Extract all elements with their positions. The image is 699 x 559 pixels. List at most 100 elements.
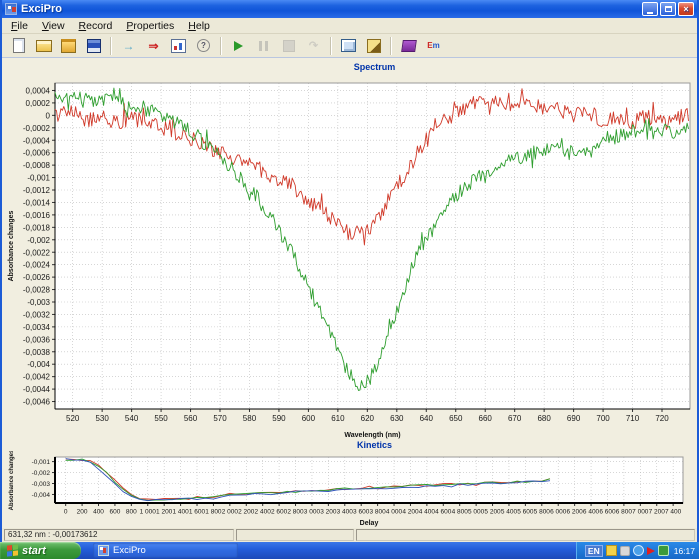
export-data-button[interactable]: ⇒ [141,35,166,57]
svg-text:-0,003: -0,003 [32,481,51,488]
menu-item-file[interactable]: File [4,19,35,33]
taskbar-task-label: ExciPro [113,545,146,556]
shield-icon[interactable] [658,545,669,556]
svg-text:Delay: Delay [360,520,379,527]
svg-text:660: 660 [479,414,493,423]
svg-text:3 800: 3 800 [369,509,386,516]
svg-text:0: 0 [64,509,68,516]
svg-text:6 600: 6 600 [599,509,616,516]
notebook-button[interactable] [361,35,386,57]
kinetics-panel: Kinetics 02004006008001 0001 2001 4001 6… [5,439,694,527]
svg-text:3 000: 3 000 [304,509,321,516]
svg-text:720: 720 [655,414,669,423]
spectrum-chart-title: Spectrum [5,61,694,73]
svg-text:-0,002: -0,002 [27,236,50,245]
svg-text:2 200: 2 200 [238,509,255,516]
menu-item-record[interactable]: Record [72,19,120,33]
svg-text:-0,0036: -0,0036 [23,335,51,344]
title-bar[interactable]: ExciPro × [2,0,697,18]
svg-text:-0,0028: -0,0028 [23,286,51,295]
svg-text:-0,0008: -0,0008 [23,161,51,170]
toolbar-separator [110,37,112,55]
exit-button[interactable]: E [421,35,446,57]
svg-text:0,0002: 0,0002 [26,99,51,108]
svg-text:-0,0016: -0,0016 [23,211,51,220]
svg-text:-0,0032: -0,0032 [23,310,51,319]
svg-text:600: 600 [302,414,316,423]
svg-text:3 400: 3 400 [337,509,354,516]
kinetics-chart[interactable]: 02004006008001 0001 2001 4001 6001 8002 … [5,451,695,527]
svg-text:550: 550 [154,414,168,423]
svg-text:540: 540 [125,414,139,423]
save-button[interactable] [81,35,106,57]
svg-text:610: 610 [331,414,345,423]
scheduler-icon[interactable] [620,546,630,556]
svg-text:4 400: 4 400 [419,509,436,516]
menu-item-help[interactable]: Help [181,19,217,33]
toolbar-separator [330,37,332,55]
menu-item-view[interactable]: View [35,19,72,33]
chart-button[interactable] [166,35,191,57]
svg-text:650: 650 [449,414,463,423]
svg-text:1 000: 1 000 [140,509,157,516]
minimize-button[interactable] [642,2,658,16]
svg-text:Wavelength (nm): Wavelength (nm) [344,432,400,439]
start-button[interactable]: start [0,542,81,559]
svg-text:-0,0022: -0,0022 [23,248,51,257]
svg-text:1 800: 1 800 [205,509,222,516]
menu-bar: FileViewRecordPropertiesHelp [2,18,697,34]
svg-text:5 600: 5 600 [517,509,534,516]
status-cursor-readout: 631,32 nm : -0,00173612 [4,529,234,541]
step-icon: ↷ [309,39,318,52]
svg-text:Absorbance changes: Absorbance changes [8,210,15,281]
display-button[interactable] [336,35,361,57]
svg-text:1 600: 1 600 [189,509,206,516]
info-button[interactable]: ? [191,35,216,57]
open-file-button[interactable] [31,35,56,57]
svg-text:200: 200 [77,509,88,516]
taskbar-task-excipro[interactable]: ExciPro [93,543,238,558]
close-button[interactable]: × [678,2,694,16]
spectrum-panel: Spectrum 5205305405505605705805906006106… [5,61,694,439]
svg-text:-0,0038: -0,0038 [23,348,51,357]
svg-text:7 400: 7 400 [665,509,682,516]
svg-text:520: 520 [66,414,80,423]
keyboard-layout-icon[interactable] [606,545,617,556]
svg-text:-0,001: -0,001 [27,174,50,183]
open-file-icon [36,40,52,52]
export-data-icon: ⇒ [148,39,158,53]
svg-text:6 400: 6 400 [583,509,600,516]
svg-text:570: 570 [213,414,227,423]
step-button: ↷ [301,35,326,57]
svg-text:2 800: 2 800 [287,509,304,516]
start-button[interactable] [226,35,251,57]
new-file-button[interactable] [6,35,31,57]
svg-text:580: 580 [243,414,257,423]
svg-text:670: 670 [508,414,522,423]
spectrum-chart[interactable]: 5205305405505605705805906006106206306406… [5,73,695,439]
maximize-button[interactable] [660,2,676,16]
volume-icon[interactable] [633,545,644,556]
svg-text:6 000: 6 000 [550,509,567,516]
taskbar-clock: 16:17 [674,546,695,556]
svg-text:-0,004: -0,004 [27,360,50,369]
svg-text:5 800: 5 800 [534,509,551,516]
svg-text:-0,002: -0,002 [32,470,51,477]
svg-text:5 400: 5 400 [501,509,518,516]
folder-button[interactable] [56,35,81,57]
system-tray: EN 16:17 [576,542,699,559]
app-icon [5,3,17,15]
start-button-label: start [22,545,46,557]
help-book-icon [401,40,417,52]
svg-text:-0,0012: -0,0012 [23,186,51,195]
import-data-button[interactable]: → [116,35,141,57]
language-indicator[interactable]: EN [585,545,603,557]
svg-text:690: 690 [567,414,581,423]
svg-text:700: 700 [596,414,610,423]
help-book-button[interactable] [396,35,421,57]
flag-icon[interactable] [647,547,655,555]
kinetics-chart-title: Kinetics [5,439,694,451]
menu-item-properties[interactable]: Properties [119,19,181,33]
svg-text:710: 710 [626,414,640,423]
svg-text:560: 560 [184,414,198,423]
